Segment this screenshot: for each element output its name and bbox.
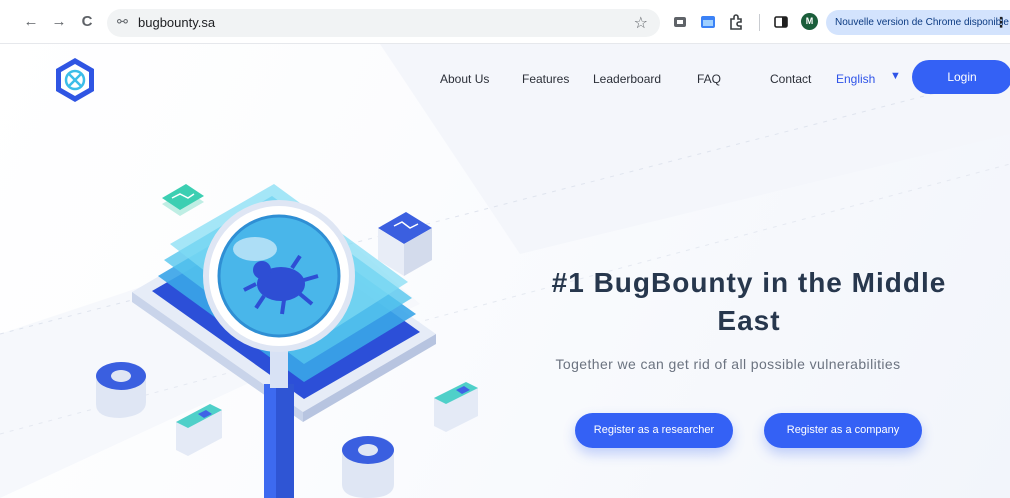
register-company-button[interactable]: Register as a company [764,413,922,448]
digit-zero-block [342,436,394,498]
digit-zero-block [96,362,146,418]
chrome-update-button[interactable]: Nouvelle version de Chrome disponible ⋮ [826,10,1010,35]
url-text[interactable]: bugbounty.sa [138,15,215,30]
forward-icon[interactable]: → [50,12,68,32]
extension-mail-icon[interactable] [672,14,688,30]
nav-about-us[interactable]: About Us [440,72,489,86]
register-researcher-button[interactable]: Register as a researcher [575,413,733,448]
nav-contact[interactable]: Contact [770,72,811,86]
bookmark-star-icon[interactable]: ☆ [634,13,648,33]
magnifier-handle-light [264,384,276,498]
hero-subtitle: Together we can get rid of all possible … [555,356,901,372]
language-select[interactable]: English [836,72,875,86]
lens-glare [233,237,277,261]
floating-card-icon [162,184,204,216]
extension-window-icon[interactable] [700,14,716,30]
digit-one-block [434,382,478,432]
side-panel-icon[interactable] [773,14,789,30]
nav-leaderboard[interactable]: Leaderboard [593,72,661,86]
login-button[interactable]: Login [912,60,1010,94]
browser-window: ← → C ⚯ bugbounty.sa ☆ M Nouvelle versio… [0,0,1010,498]
update-notice-text: Nouvelle version de Chrome disponible [835,17,1009,28]
chevron-down-icon[interactable]: ▼ [890,70,901,82]
profile-avatar[interactable]: M [801,13,818,30]
address-bar[interactable]: ⚯ bugbounty.sa ☆ [107,9,660,37]
shield-bug-icon[interactable] [53,56,97,104]
nav-faq[interactable]: FAQ [697,72,721,86]
webpage: About Us Features Leaderboard FAQ Contac… [0,44,1010,498]
back-icon[interactable]: ← [22,12,40,32]
hero-title: #1 BugBounty in the Middle East [551,267,947,336]
site-settings-icon[interactable]: ⚯ [117,14,128,30]
nav-features[interactable]: Features [522,72,569,86]
reload-icon[interactable]: C [78,12,96,32]
extensions-puzzle-icon[interactable] [728,14,744,30]
browser-toolbar: ← → C ⚯ bugbounty.sa ☆ M Nouvelle versio… [0,0,1010,44]
kebab-menu-icon[interactable]: ⋮ [994,10,1008,35]
toolbar-divider [759,14,760,31]
